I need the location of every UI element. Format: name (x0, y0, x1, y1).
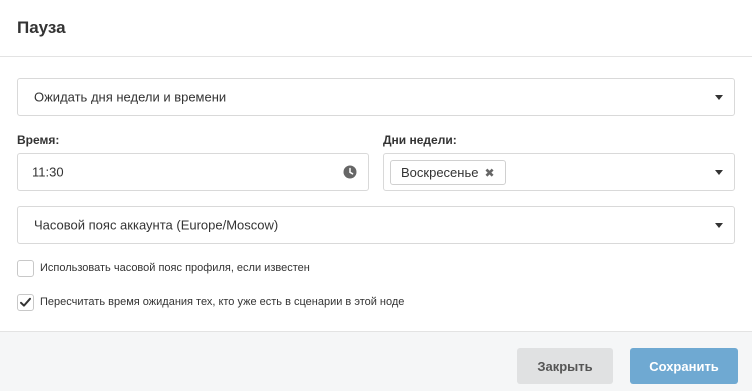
weekday-tag-label: Воскресенье (401, 165, 479, 180)
wait-mode-value: Ожидать дня недели и времени (34, 89, 227, 105)
close-button[interactable]: Закрыть (517, 348, 613, 384)
chevron-down-icon (715, 223, 723, 228)
save-button[interactable]: Сохранить (630, 348, 738, 384)
remove-tag-icon[interactable]: ✖ (484, 167, 494, 179)
timezone-select[interactable]: Часовой пояс аккаунта (Europe/Moscow) (17, 206, 735, 244)
timezone-value: Часовой пояс аккаунта (Europe/Moscow) (34, 217, 279, 233)
weekdays-select[interactable]: Воскресенье ✖ (383, 153, 735, 191)
chevron-down-icon (715, 95, 723, 100)
chevron-down-icon (715, 170, 723, 175)
dialog-header: Пауза (0, 0, 752, 57)
use-profile-timezone-label: Использовать часовой пояс профиля, если … (40, 262, 310, 274)
recalculate-wait-option[interactable]: Пересчитать время ожидания тех, кто уже … (17, 293, 404, 311)
time-value: 11:30 (32, 164, 64, 180)
checkmark-icon (20, 297, 31, 307)
wait-mode-select[interactable]: Ожидать дня недели и времени (17, 78, 735, 116)
weekdays-label: Дни недели: (383, 133, 457, 147)
recalculate-wait-checkbox[interactable] (17, 293, 34, 311)
time-label: Время: (17, 133, 60, 147)
clock-icon (343, 165, 357, 179)
use-profile-timezone-option[interactable]: Использовать часовой пояс профиля, если … (17, 259, 310, 277)
time-input[interactable]: 11:30 (17, 153, 369, 191)
use-profile-timezone-checkbox[interactable] (17, 259, 34, 277)
dialog-footer: Закрыть Сохранить (0, 331, 752, 391)
weekday-tag: Воскресенье ✖ (390, 160, 506, 185)
recalculate-wait-label: Пересчитать время ожидания тех, кто уже … (40, 296, 405, 308)
dialog-title: Пауза (17, 18, 66, 37)
